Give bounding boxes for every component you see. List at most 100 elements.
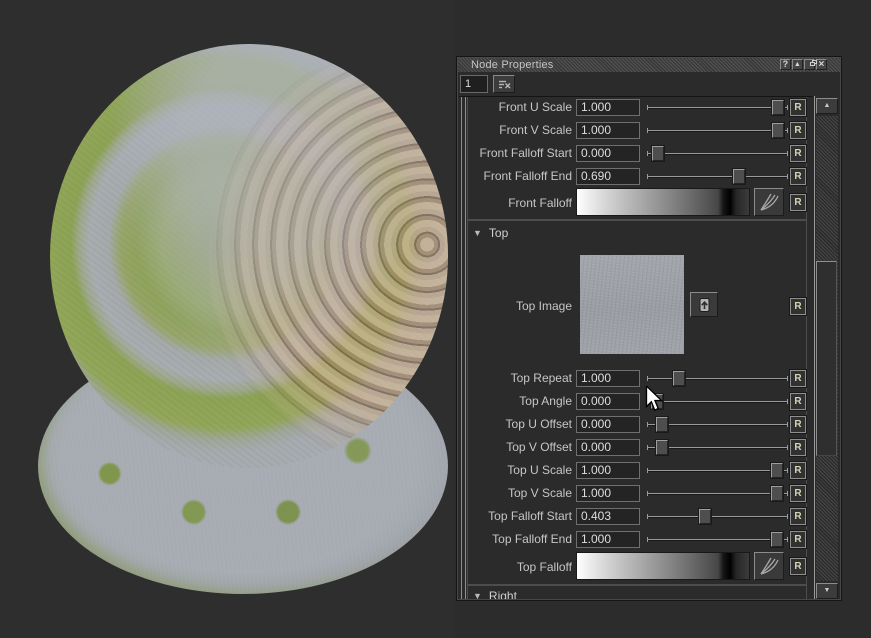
- close-icon[interactable]: ×: [816, 59, 827, 70]
- parameter-label: Front Falloff: [459, 196, 572, 210]
- slider-handle[interactable]: [656, 440, 668, 455]
- reset-button[interactable]: R: [790, 462, 806, 479]
- parameter-row: Top V Scale 1.000 R: [459, 485, 813, 502]
- slider-track[interactable]: [647, 130, 788, 131]
- slider-handle[interactable]: [699, 509, 711, 524]
- slider-handle[interactable]: [673, 371, 685, 386]
- concrete-haze-overlay: [50, 44, 448, 468]
- value-input[interactable]: 0.403: [576, 508, 640, 525]
- slider-handle[interactable]: [656, 417, 668, 432]
- reset-button[interactable]: R: [790, 370, 806, 387]
- slider-handle[interactable]: [771, 463, 783, 478]
- parameter-row: Top Repeat 1.000 R: [459, 370, 813, 387]
- top-falloff-gradient[interactable]: [576, 552, 750, 580]
- reset-button[interactable]: R: [790, 393, 806, 410]
- slider-track[interactable]: [647, 470, 788, 471]
- value-input[interactable]: 0.690: [576, 168, 640, 185]
- scroll-up-button[interactable]: ▲: [816, 98, 838, 114]
- slider-handle[interactable]: [771, 532, 783, 547]
- curves-icon: [758, 192, 780, 212]
- load-image-button[interactable]: [690, 292, 718, 317]
- slider-track[interactable]: [647, 447, 788, 448]
- parameter-label: Front Falloff End: [459, 169, 572, 183]
- parameter-label: Top Falloff Start: [459, 509, 572, 523]
- slider-handle[interactable]: [772, 100, 784, 115]
- edit-gradient-button[interactable]: [754, 552, 784, 580]
- section-label: Right: [489, 589, 517, 599]
- reset-button[interactable]: R: [790, 558, 806, 575]
- slider-handle[interactable]: [652, 146, 664, 161]
- slider-track[interactable]: [647, 176, 788, 177]
- reset-button[interactable]: R: [790, 416, 806, 433]
- parameter-row: Top V Offset0.000R: [459, 439, 813, 456]
- section-label: Top: [489, 226, 508, 240]
- value-input[interactable]: 0.000: [576, 439, 640, 456]
- value-input[interactable]: 1.000: [576, 99, 640, 116]
- slider-track[interactable]: [647, 401, 788, 402]
- slider-track[interactable]: [647, 378, 788, 379]
- reset-button[interactable]: R: [790, 508, 806, 525]
- options-button[interactable]: [493, 75, 515, 93]
- restore-icon[interactable]: [804, 59, 815, 70]
- reset-button[interactable]: R: [790, 531, 806, 548]
- reset-button[interactable]: R: [790, 439, 806, 456]
- value-input[interactable]: 0.000: [576, 393, 640, 410]
- value-input[interactable]: 0.000: [576, 416, 640, 433]
- reset-button[interactable]: R: [790, 194, 806, 211]
- parameter-row: Top Falloff End1.000R: [459, 531, 813, 548]
- reset-button[interactable]: R: [790, 298, 806, 315]
- parameter-row: Top Falloff R: [459, 552, 813, 580]
- scrollbar-track[interactable]: [816, 116, 838, 581]
- parameter-row: Front V Scale 1.000 R: [459, 122, 813, 139]
- slider-track[interactable]: [647, 539, 788, 540]
- slider-handle[interactable]: [651, 394, 663, 409]
- parameter-row: Front U Scale 1.000 R: [459, 99, 813, 116]
- slider-track[interactable]: [647, 493, 788, 494]
- slider-handle[interactable]: [772, 123, 784, 138]
- render-viewport[interactable]: [0, 0, 455, 638]
- slider-track[interactable]: [647, 516, 788, 517]
- right-section-header[interactable]: ▼ Right: [473, 589, 517, 599]
- value-input[interactable]: 1.000: [576, 462, 640, 479]
- triangle-down-icon: ▼: [473, 228, 482, 238]
- value-input[interactable]: 1.000: [576, 370, 640, 387]
- reset-button[interactable]: R: [790, 99, 806, 116]
- value-input[interactable]: 1.000: [576, 122, 640, 139]
- titlebar-icons: ? ▲ ×: [779, 59, 827, 70]
- value-input[interactable]: 1.000: [576, 531, 640, 548]
- parameter-label: Front U Scale: [459, 100, 572, 114]
- parameter-row: Top Falloff Start 0.403 R: [459, 508, 813, 525]
- slider-handle[interactable]: [733, 169, 745, 184]
- properties-scroll-area: Front U Scale1.000RFront V Scale1.000RFr…: [459, 96, 813, 599]
- parameter-row: Top U Offset0.000R: [459, 416, 813, 433]
- slider-track[interactable]: [647, 424, 788, 425]
- reset-button[interactable]: R: [790, 485, 806, 502]
- slider-track[interactable]: [647, 153, 788, 154]
- parameter-row: Top Angle0.000R: [459, 393, 813, 410]
- pin-icon[interactable]: ▲: [792, 59, 803, 70]
- reset-button[interactable]: R: [790, 145, 806, 162]
- triangle-down-icon: ▼: [473, 591, 482, 599]
- slider-track[interactable]: [647, 107, 788, 108]
- reset-button[interactable]: R: [790, 122, 806, 139]
- scrollbar-thumb[interactable]: [816, 261, 837, 456]
- panel-titlebar[interactable]: Node Properties ? ▲ ×: [458, 58, 840, 72]
- node-index-input[interactable]: 1: [460, 75, 488, 93]
- slider-handle[interactable]: [771, 486, 783, 501]
- value-input[interactable]: 0.000: [576, 145, 640, 162]
- reset-button[interactable]: R: [790, 168, 806, 185]
- top-image-thumbnail[interactable]: [580, 255, 684, 354]
- value-input[interactable]: 1.000: [576, 485, 640, 502]
- parameter-row: Front Falloff Start0.000R: [459, 145, 813, 162]
- parameter-label: Top U Scale: [459, 463, 572, 477]
- help-icon[interactable]: ?: [780, 59, 791, 70]
- parameter-label: Top V Scale: [459, 486, 572, 500]
- front-falloff-gradient[interactable]: [576, 188, 750, 216]
- parameter-row: Front Falloff R: [459, 188, 813, 216]
- parameter-label: Top Repeat: [459, 371, 572, 385]
- parameter-label: Front V Scale: [459, 123, 572, 137]
- edit-gradient-button[interactable]: [754, 188, 784, 216]
- scroll-down-button[interactable]: ▼: [816, 583, 838, 599]
- top-section-header[interactable]: ▼ Top: [473, 226, 508, 240]
- textured-sphere-preview: [50, 44, 448, 468]
